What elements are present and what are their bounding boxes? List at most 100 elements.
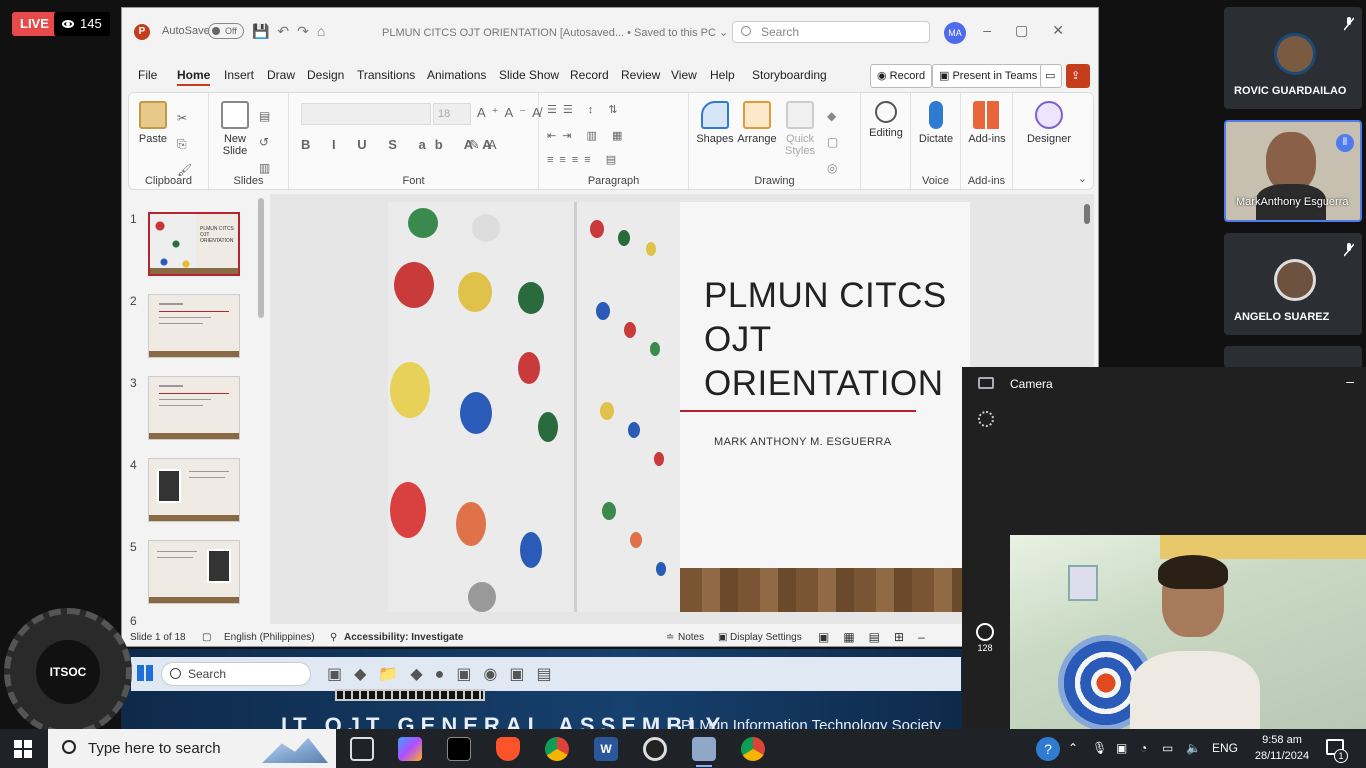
tab-insert[interactable]: Insert: [224, 68, 254, 82]
layout-reset-section-icons[interactable]: ▤ ↺ ▥: [259, 103, 270, 181]
obs-icon[interactable]: [643, 737, 667, 761]
slide-title[interactable]: PLMUN CITCS OJT ORIENTATION: [704, 274, 947, 406]
task-view-icon[interactable]: [350, 737, 374, 761]
new-slide-label: New Slide: [222, 133, 248, 157]
wifi-icon[interactable]: ◔: [1140, 729, 1147, 768]
brave-icon[interactable]: [496, 737, 520, 761]
document-title: PLMUN CITCS OJT ORIENTATION [Autosaved..…: [382, 27, 729, 39]
participant-tile-active[interactable]: ⦀ MarkAnthony Esguerra: [1224, 120, 1362, 222]
windows-start-icon[interactable]: [14, 740, 32, 758]
cut-copy-format-icons[interactable]: ✂ ⎘ 🖌: [177, 105, 192, 183]
tab-design[interactable]: Design: [307, 68, 344, 82]
quick-styles-label: Quick Styles: [785, 133, 815, 157]
tab-draw[interactable]: Draw: [267, 68, 295, 82]
thumbnail-floor: [150, 268, 238, 274]
share-icon[interactable]: ⇪: [1066, 64, 1090, 88]
grow-shrink-font-icons[interactable]: A⁺A⁻A̸: [477, 105, 547, 121]
spellcheck-icon[interactable]: ▢: [202, 632, 211, 643]
speaking-icon: ⦀: [1336, 134, 1354, 152]
indent-icons[interactable]: ⇤⇥ ▥ ▦: [547, 129, 628, 142]
microphone-icon[interactable]: 🎙: [1092, 729, 1107, 768]
current-slide[interactable]: PLMUN CITCS OJT ORIENTATION MARK ANTHONY…: [388, 202, 970, 612]
editing-button[interactable]: Editing: [865, 101, 907, 139]
slide-thumbnail-1[interactable]: PLMUN CITCS OJT ORIENTATION: [148, 212, 240, 276]
participant-tile[interactable]: [1224, 346, 1362, 368]
participant-tile[interactable]: ANGELO SUAREZ: [1224, 233, 1362, 335]
tab-review[interactable]: Review: [621, 68, 660, 82]
slide-subtitle[interactable]: MARK ANTHONY M. ESGUERRA: [714, 436, 891, 448]
tab-home[interactable]: Home: [177, 68, 211, 86]
participant-tile[interactable]: ROVIC GUARDAILAO: [1224, 7, 1362, 109]
slide-dot-wall-image: [388, 202, 680, 612]
tab-animations[interactable]: Animations: [427, 68, 486, 82]
account-avatar[interactable]: MA: [944, 22, 966, 44]
font-size-input[interactable]: 18: [433, 103, 471, 125]
presenter-taskbar-apps[interactable]: ▣◆📁◆●▣◉▣▤: [327, 664, 564, 684]
present-in-teams-button[interactable]: ▣ Present in Teams: [932, 64, 1045, 88]
tab-record[interactable]: Record: [570, 68, 609, 82]
shapes-icon: [701, 101, 729, 129]
paste-button[interactable]: Paste: [137, 101, 169, 145]
help-icon[interactable]: ?: [1036, 737, 1060, 761]
copilot-icon[interactable]: [398, 737, 422, 761]
new-slide-button[interactable]: New Slide: [215, 101, 255, 157]
slide-thumbnail-4[interactable]: [148, 458, 240, 522]
slide-thumbnail-3[interactable]: [148, 376, 240, 440]
dictate-button[interactable]: Dictate: [915, 101, 957, 145]
participant-name: ANGELO SUAREZ: [1234, 311, 1330, 323]
chrome-profile-icon[interactable]: [741, 737, 765, 761]
slide-thumbnail-5[interactable]: [148, 540, 240, 604]
counter-button[interactable]: 128: [976, 623, 994, 653]
windows-logo-icon[interactable]: [137, 665, 153, 681]
quick-styles-button[interactable]: Quick Styles: [781, 101, 819, 157]
word-icon[interactable]: W: [594, 737, 618, 761]
taskbar-search[interactable]: Type here to search: [48, 729, 336, 768]
display-settings-button[interactable]: Display Settings: [730, 632, 802, 643]
view-mode-icons[interactable]: ▣▦▤⊞–: [818, 630, 939, 644]
accessibility-status[interactable]: Accessibility: Investigate: [344, 632, 464, 643]
comments-icon[interactable]: ▭: [1040, 64, 1062, 88]
thumbnails-scrollbar[interactable]: [258, 198, 264, 318]
designer-button[interactable]: Designer: [1023, 101, 1075, 145]
tray-chevron-icon[interactable]: ⌃: [1068, 729, 1078, 768]
autosave-toggle[interactable]: Off: [208, 23, 244, 39]
chrome-icon[interactable]: [545, 737, 569, 761]
minimize-icon[interactable]: –: [1346, 373, 1354, 389]
tab-slide-show[interactable]: Slide Show: [499, 68, 559, 82]
align-icons[interactable]: ≡≡≡≡ ▤: [547, 153, 622, 166]
battery-icon[interactable]: ▭: [1162, 729, 1173, 768]
font-name-input[interactable]: [301, 103, 431, 125]
gear-icon[interactable]: [978, 411, 994, 427]
fill-outline-effects-icons[interactable]: ◆ ▢ ◎: [827, 103, 838, 181]
notes-button[interactable]: Notes: [678, 632, 704, 643]
volume-icon[interactable]: 🔈: [1186, 729, 1201, 768]
language-status[interactable]: English (Philippines): [224, 632, 315, 643]
arrange-button[interactable]: Arrange: [735, 101, 779, 145]
presenter-search[interactable]: Search: [161, 662, 311, 686]
window-controls[interactable]: –▢✕: [983, 22, 1088, 39]
list-icons[interactable]: ☰☰ ↕ ⇅: [547, 103, 624, 116]
paste-icon: [139, 101, 167, 129]
quick-access-icons[interactable]: 💾↶↷⌂: [252, 23, 333, 40]
shapes-button[interactable]: Shapes: [695, 101, 735, 145]
tab-storyboarding[interactable]: Storyboarding: [752, 68, 827, 82]
terminal-icon[interactable]: [447, 737, 471, 761]
tab-help[interactable]: Help: [710, 68, 735, 82]
chevron-down-icon[interactable]: ⌄: [1078, 172, 1087, 185]
tab-transitions[interactable]: Transitions: [357, 68, 415, 82]
presenter-search-label: Search: [188, 667, 227, 681]
camera-window: Camera – 128: [962, 367, 1366, 737]
clock[interactable]: 9:58 am 28/11/2024: [1250, 732, 1314, 764]
language-indicator[interactable]: ENG: [1212, 729, 1238, 768]
record-button[interactable]: ◉ Record: [870, 64, 933, 88]
highlight-fontcolor-icons[interactable]: ✎A: [469, 137, 505, 153]
addins-button[interactable]: Add-ins: [965, 101, 1009, 145]
screen-icon[interactable]: ▣: [1116, 729, 1127, 768]
editor-scrollbar[interactable]: [1084, 204, 1090, 224]
slide-thumbnail-2[interactable]: [148, 294, 240, 358]
search-input[interactable]: Search: [732, 21, 930, 43]
camera-app-icon[interactable]: [692, 737, 716, 767]
tab-file[interactable]: File: [138, 68, 157, 82]
live-badge: LIVE: [12, 12, 57, 36]
tab-view[interactable]: View: [671, 68, 697, 82]
